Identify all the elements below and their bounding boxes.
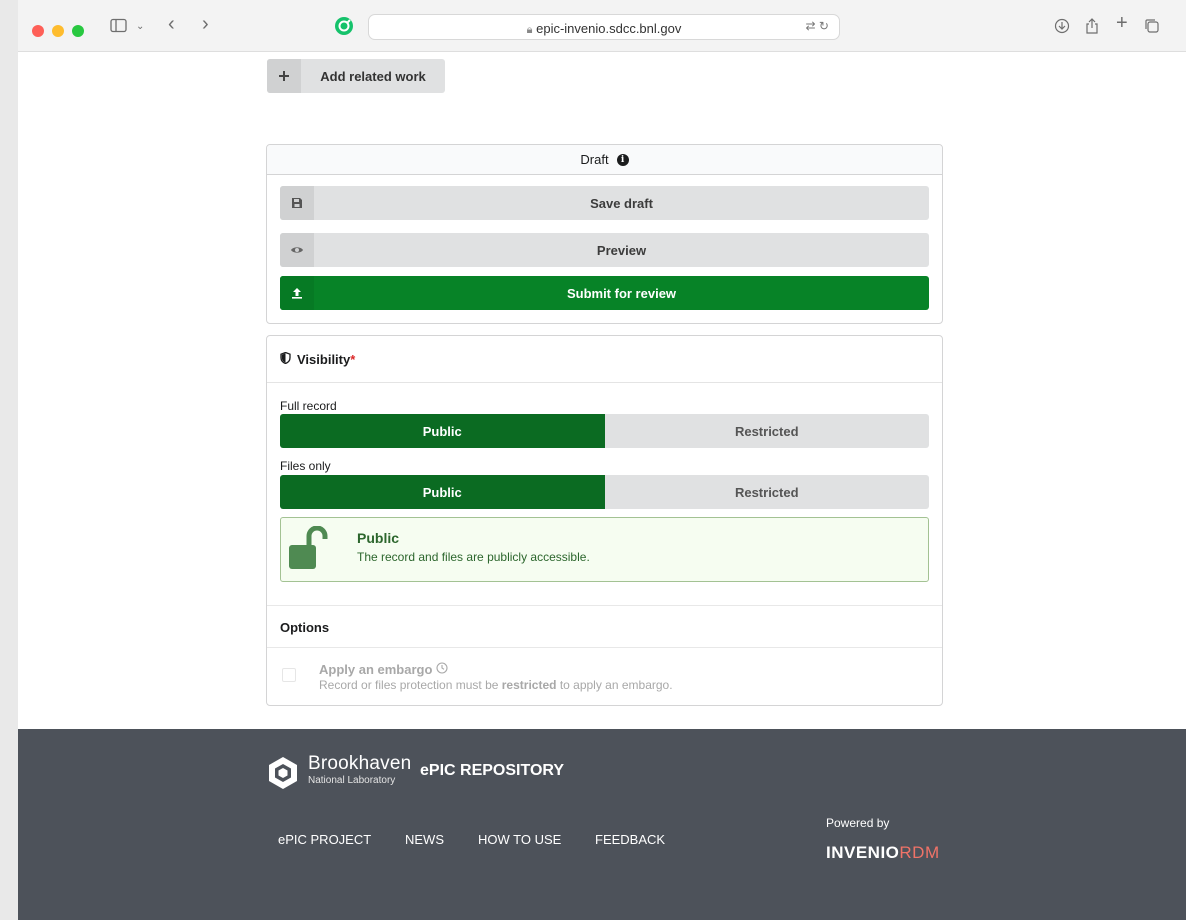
draft-title: Draft — [580, 152, 609, 167]
share-icon[interactable] — [1084, 18, 1100, 40]
embargo-title: Apply an embargo — [319, 662, 448, 677]
close-window-button[interactable] — [32, 25, 44, 37]
save-icon — [280, 186, 314, 220]
embargo-checkbox[interactable] — [282, 668, 296, 682]
browser-toolbar: ⌄ ‹ › 🔒︎ epic-invenio.sdcc.bnl.gov ⇄ ↻ + — [18, 0, 1186, 52]
divider — [267, 605, 942, 606]
url-text: 🔒︎ epic-invenio.sdcc.bnl.gov — [369, 21, 839, 37]
translate-icon[interactable]: ⇄ ↻ — [806, 19, 829, 33]
new-tab-icon[interactable]: + — [1116, 13, 1128, 33]
embargo-title-text: Apply an embargo — [319, 662, 433, 677]
rdm-text: RDM — [899, 843, 940, 862]
clock-icon — [436, 662, 448, 677]
draft-header: Draft i — [267, 145, 942, 175]
embargo-desc-suffix: to apply an embargo. — [559, 678, 673, 692]
full-record-toggle: Public Restricted — [280, 414, 929, 448]
files-only-toggle: Public Restricted — [280, 475, 929, 509]
minimize-window-button[interactable] — [52, 25, 64, 37]
full-record-label: Full record — [280, 399, 337, 413]
org-subtitle: National Laboratory — [308, 775, 396, 786]
submit-for-review-label: Submit for review — [566, 285, 677, 301]
save-draft-button[interactable]: Save draft — [280, 186, 929, 220]
preview-label: Preview — [596, 242, 647, 258]
add-related-work-label: Add related work — [320, 68, 426, 84]
sidebar-toggle-icon[interactable] — [110, 18, 128, 39]
submit-for-review-button[interactable]: Submit for review — [280, 276, 929, 310]
shield-icon — [280, 351, 291, 367]
unlock-icon — [289, 526, 328, 569]
full-record-public-button[interactable]: Public — [280, 414, 605, 448]
address-bar[interactable]: 🔒︎ epic-invenio.sdcc.bnl.gov ⇄ ↻ — [368, 14, 840, 40]
zoom-window-button[interactable] — [72, 25, 84, 37]
visibility-status-message: Public The record and files are publicly… — [280, 517, 929, 582]
preview-button[interactable]: Preview — [280, 233, 929, 267]
site-footer: Brookhaven National Laboratory ePIC REPO… — [18, 729, 1186, 920]
info-icon[interactable]: i — [616, 153, 629, 166]
embargo-description: Record or files protection must be restr… — [319, 678, 673, 692]
divider — [267, 647, 942, 648]
plus-icon — [267, 59, 301, 93]
brookhaven-logo-icon[interactable] — [266, 756, 300, 790]
embargo-desc-prefix: Record or files protection must be — [319, 678, 499, 692]
back-icon[interactable]: ‹ — [168, 14, 175, 34]
footer-link-epic-project[interactable]: ePIC PROJECT — [278, 832, 371, 847]
invenio-text: INVENIO — [826, 843, 900, 862]
chevron-down-icon[interactable]: ⌄ — [136, 18, 144, 36]
options-title: Options — [280, 620, 330, 635]
required-mark: * — [350, 351, 356, 367]
embargo-desc-bold: restricted — [501, 678, 557, 692]
status-title: Public — [357, 530, 400, 546]
invenio-rdm-logo[interactable]: INVENIORDM — [826, 843, 940, 863]
tab-overview-icon[interactable] — [1144, 18, 1160, 39]
files-public-button[interactable]: Public — [280, 475, 605, 509]
save-draft-label: Save draft — [590, 195, 653, 211]
url-value: epic-invenio.sdcc.bnl.gov — [536, 21, 682, 36]
status-description: The record and files are publicly access… — [357, 550, 590, 564]
draft-panel: Draft i Save draft Preview Submit for re… — [266, 144, 943, 324]
footer-link-feedback[interactable]: FEEDBACK — [595, 832, 665, 847]
add-related-work-button[interactable]: Add related work — [267, 59, 445, 93]
full-record-restricted-button[interactable]: Restricted — [604, 414, 929, 448]
upload-icon — [280, 276, 314, 310]
footer-link-news[interactable]: NEWS — [405, 832, 444, 847]
powered-by-label: Powered by — [826, 816, 890, 830]
visibility-panel: Visibility* Full record Public Restricte… — [266, 335, 943, 706]
visibility-header: Visibility* — [267, 336, 942, 383]
org-name: Brookhaven — [308, 753, 412, 774]
window-left-edge — [0, 0, 18, 920]
forward-icon[interactable]: › — [202, 14, 209, 34]
files-restricted-button[interactable]: Restricted — [604, 475, 929, 509]
files-only-label: Files only — [280, 459, 331, 473]
eye-icon — [280, 233, 314, 267]
lock-icon: 🔒︎ — [526, 24, 533, 36]
extension-icon[interactable] — [334, 16, 354, 36]
footer-link-how-to-use[interactable]: HOW TO USE — [478, 832, 561, 847]
downloads-icon[interactable] — [1054, 18, 1070, 39]
repository-name[interactable]: ePIC REPOSITORY — [420, 762, 564, 780]
visibility-title: Visibility — [297, 351, 351, 367]
